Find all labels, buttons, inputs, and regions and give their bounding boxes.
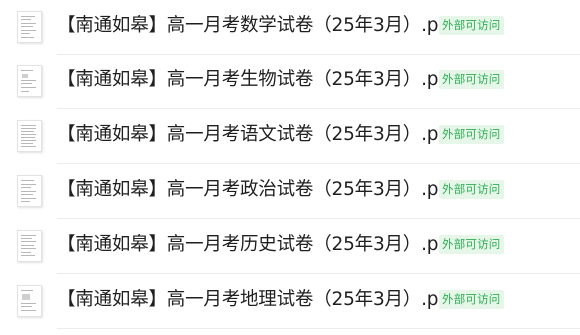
file-name[interactable]: 【南通如皋】高一月考生物试卷（25年3月）.pdf	[57, 67, 456, 93]
row-divider	[57, 328, 580, 329]
file-name[interactable]: 【南通如皋】高一月考语文试卷（25年3月）.pdf	[57, 122, 456, 148]
external-access-badge: 外部可访问	[439, 70, 504, 89]
file-name[interactable]: 【南通如皋】高一月考数学试卷（25年3月）.pdf	[57, 13, 456, 39]
file-name[interactable]: 【南通如皋】高一月考地理试卷（25年3月）.pdf	[57, 287, 456, 313]
pdf-file-icon	[17, 120, 42, 152]
pdf-file-icon	[17, 11, 42, 43]
file-row[interactable]: 【南通如皋】高一月考政治试卷（25年3月）.pdf 外部可访问	[0, 164, 580, 219]
file-name[interactable]: 【南通如皋】高一月考政治试卷（25年3月）.pdf	[57, 177, 456, 203]
external-access-badge: 外部可访问	[439, 16, 504, 35]
pdf-file-icon	[17, 65, 42, 97]
pdf-file-icon	[17, 230, 42, 262]
external-access-badge: 外部可访问	[439, 290, 504, 309]
external-access-badge: 外部可访问	[439, 180, 504, 199]
file-row[interactable]: 【南通如皋】高一月考生物试卷（25年3月）.pdf 外部可访问	[0, 54, 580, 109]
file-list: 【南通如皋】高一月考数学试卷（25年3月）.pdf 外部可访问 【南通如皋】高一…	[0, 0, 580, 335]
file-row[interactable]: 【南通如皋】高一月考地理试卷（25年3月）.pdf 外部可访问	[0, 274, 580, 329]
file-row[interactable]: 【南通如皋】高一月考历史试卷（25年3月）.pdf 外部可访问	[0, 219, 580, 274]
pdf-file-icon	[17, 285, 42, 317]
pdf-file-icon	[17, 175, 42, 207]
external-access-badge: 外部可访问	[439, 125, 504, 144]
external-access-badge: 外部可访问	[439, 235, 504, 254]
file-name[interactable]: 【南通如皋】高一月考历史试卷（25年3月）.pdf	[57, 232, 456, 258]
file-row[interactable]: 【南通如皋】高一月考数学试卷（25年3月）.pdf 外部可访问	[0, 0, 580, 55]
file-row[interactable]: 【南通如皋】高一月考语文试卷（25年3月）.pdf 外部可访问	[0, 109, 580, 164]
